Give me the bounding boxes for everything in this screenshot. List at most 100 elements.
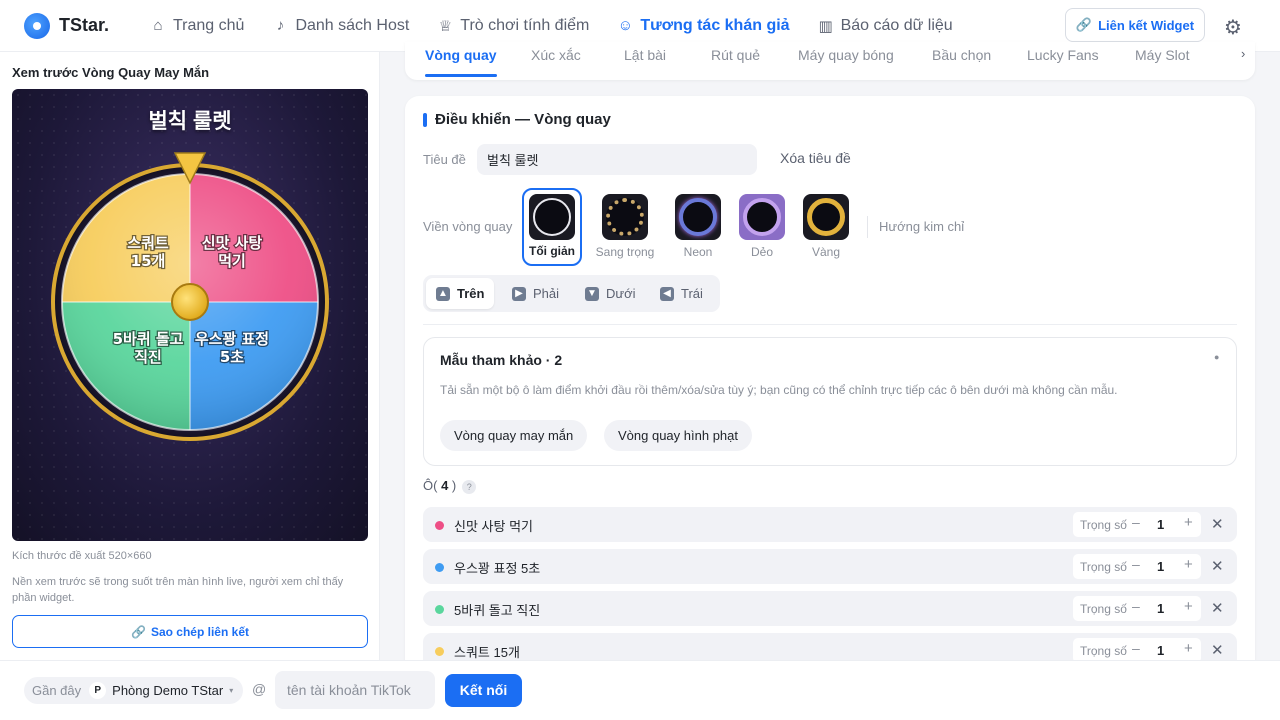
remove-cell-icon[interactable]: ✕ — [1211, 641, 1224, 659]
decrement-button[interactable]: – — [1132, 556, 1140, 572]
widget-link-label: Liên kết Widget — [1098, 17, 1195, 33]
frame-ring-icon — [533, 198, 571, 236]
direction-bottom-button[interactable]: ▼ Dưới — [575, 278, 646, 309]
cell-color-dot[interactable] — [435, 563, 444, 572]
cell-row: 신맛 사탕 먹기 Trọng số – 1 + ✕ — [423, 507, 1237, 542]
tab-ball-machine[interactable]: Máy quay bóng — [798, 47, 894, 63]
cell-color-dot[interactable] — [435, 647, 444, 656]
tab-wheel[interactable]: Vòng quay — [425, 47, 497, 63]
cell-color-dot[interactable] — [435, 605, 444, 614]
tiktok-username-input[interactable] — [275, 671, 435, 709]
connect-button[interactable]: Kết nối — [445, 674, 522, 707]
tab-slot-machine[interactable]: Máy Slot — [1135, 47, 1189, 63]
cell-name[interactable]: 우스꽝 표정 5초 — [454, 558, 540, 577]
gear-icon[interactable]: ⚙ — [1224, 15, 1242, 40]
brand[interactable]: TStar. — [24, 12, 136, 39]
cells-count: 4 — [441, 478, 449, 493]
tstar-logo-icon — [24, 12, 50, 39]
wheel-segment-label: 스쿼트 15개 — [127, 234, 169, 270]
cell-name[interactable]: 신맛 사탕 먹기 — [454, 516, 533, 535]
decrement-button[interactable]: – — [1132, 640, 1140, 656]
frame-ring-icon — [743, 198, 781, 236]
remove-cell-icon[interactable]: ✕ — [1211, 557, 1224, 575]
frame-label: Viền vòng quay — [423, 219, 513, 234]
template-lucky-wheel-button[interactable]: Vòng quay may mắn — [440, 420, 588, 451]
arrow-right-icon: ▶ — [512, 286, 526, 301]
frame-option-label: Sang trọng — [595, 245, 655, 259]
help-icon[interactable]: ? — [462, 479, 477, 494]
nav-item-host-list[interactable]: ♪ Danh sách Host — [258, 0, 423, 52]
frame-option-label: Neon — [683, 245, 713, 259]
frame-option-neon[interactable]: Neon — [668, 188, 728, 259]
frame-option-minimal[interactable]: Tối giản — [522, 188, 582, 266]
frame-option-gold[interactable]: Vàng — [796, 188, 856, 259]
increment-button[interactable]: + — [1184, 598, 1193, 615]
game-tabs-bar: Vòng quay Xúc xắc Lật bài Rút quẻ Máy qu… — [405, 42, 1255, 80]
cells-label: Ô — [423, 478, 434, 493]
wheel-graphic: 신맛 사탕 먹기우스꽝 표정 5초5바퀴 돌고 직진스쿼트 15개 — [51, 152, 329, 441]
chevron-down-icon: ▾ — [229, 686, 234, 695]
direction-left-button[interactable]: ◀ Trái — [650, 278, 713, 309]
remove-cell-icon[interactable]: ✕ — [1211, 515, 1224, 533]
increment-button[interactable]: + — [1184, 640, 1193, 657]
chevron-right-icon[interactable]: › — [1241, 46, 1245, 61]
copy-link-label: Sao chép liên kết — [150, 624, 249, 639]
direction-top-button[interactable]: ▲ Trên — [426, 278, 495, 309]
collapse-toggle-icon[interactable]: ● — [1214, 352, 1219, 362]
weight-value[interactable]: 1 — [1157, 517, 1164, 532]
cell-row: 우스꽝 표정 5초 Trọng số – 1 + ✕ — [423, 549, 1237, 584]
cell-name[interactable]: 5바퀴 돌고 직진 — [454, 600, 540, 619]
title-input[interactable] — [477, 144, 757, 175]
tab-dice[interactable]: Xúc xắc — [531, 47, 581, 63]
wheel-preview: 벌칙 룰렛 신맛 사탕 먹기 우스꽝 표정 5초 5바퀴 돌고 직진 스쿼트 1… — [12, 89, 368, 541]
weight-value[interactable]: 1 — [1157, 643, 1164, 658]
nav-item-label: Danh sách Host — [295, 16, 410, 34]
preview-panel: Xem trước Vòng Quay May Mắn 벌칙 룰렛 신맛 사탕 … — [0, 52, 380, 660]
increment-button[interactable]: + — [1184, 514, 1193, 531]
trophy-icon: ♕ — [438, 17, 453, 35]
preview-title: Xem trước Vòng Quay May Mắn — [12, 65, 210, 80]
link-icon: 🔗 — [1075, 17, 1093, 32]
tab-voting[interactable]: Bầu chọn — [932, 47, 991, 63]
decrement-button[interactable]: – — [1132, 598, 1140, 614]
templates-title: Mẫu tham khảo · 2 — [440, 352, 563, 368]
increment-button[interactable]: + — [1184, 556, 1193, 573]
clear-title-button[interactable]: Xóa tiêu đề — [780, 150, 851, 166]
at-sign: @ — [252, 681, 267, 697]
brand-name: TStar. — [59, 15, 110, 35]
weight-value[interactable]: 1 — [1157, 559, 1164, 574]
weight-label: Trọng số — [1080, 644, 1127, 658]
copy-link-button[interactable]: 🔗 Sao chép liên kết — [12, 615, 368, 648]
templates-card: Mẫu tham khảo · 2 ● Tải sẵn một bộ ô làm… — [423, 337, 1237, 466]
connection-bar: Gần đây P Phòng Demo TStar ▾ @ Kết nối — [0, 660, 1280, 720]
wheel-hub — [171, 283, 209, 321]
divider — [423, 324, 1237, 325]
template-penalty-wheel-button[interactable]: Vòng quay hình phạt — [604, 420, 752, 451]
weight-value[interactable]: 1 — [1157, 601, 1164, 616]
tab-flip-card[interactable]: Lật bài — [624, 47, 666, 63]
direction-right-button[interactable]: ▶ Phải — [502, 278, 569, 309]
remove-cell-icon[interactable]: ✕ — [1211, 599, 1224, 617]
arrow-up-icon: ▲ — [436, 286, 450, 301]
cells-header: Ô( 4 )? — [423, 478, 477, 494]
decrement-button[interactable]: – — [1132, 514, 1140, 530]
cell-name[interactable]: 스쿼트 15개 — [454, 642, 520, 661]
cell-color-dot[interactable] — [435, 521, 444, 530]
frame-option-soft[interactable]: Dẻo — [732, 188, 792, 259]
section-accent-bar — [423, 113, 427, 127]
nav-item-home[interactable]: ⌂ Trang chủ — [136, 0, 258, 52]
widget-link-button[interactable]: 🔗 Liên kết Widget — [1065, 8, 1205, 42]
frame-thumbnail — [602, 194, 648, 240]
recent-room-selector[interactable]: Gần đây P Phòng Demo TStar ▾ — [24, 677, 244, 704]
microphone-icon: ♪ — [276, 17, 285, 34]
tab-lucky-fans[interactable]: Lucky Fans — [1027, 47, 1099, 63]
frame-thumbnail — [803, 194, 849, 240]
frame-option-label: Tối giản — [529, 244, 575, 258]
templates-description: Tải sẵn một bộ ô làm điểm khởi đầu rồi t… — [440, 383, 1118, 397]
frame-option-label: Vàng — [811, 245, 841, 259]
tab-fortune-draw[interactable]: Rút quẻ — [711, 47, 760, 63]
frame-ring-icon — [807, 198, 845, 236]
weight-stepper: Trọng số – 1 + — [1073, 512, 1201, 537]
frame-option-luxury[interactable]: Sang trọng — [595, 188, 655, 259]
frame-ring-icon — [679, 198, 717, 236]
